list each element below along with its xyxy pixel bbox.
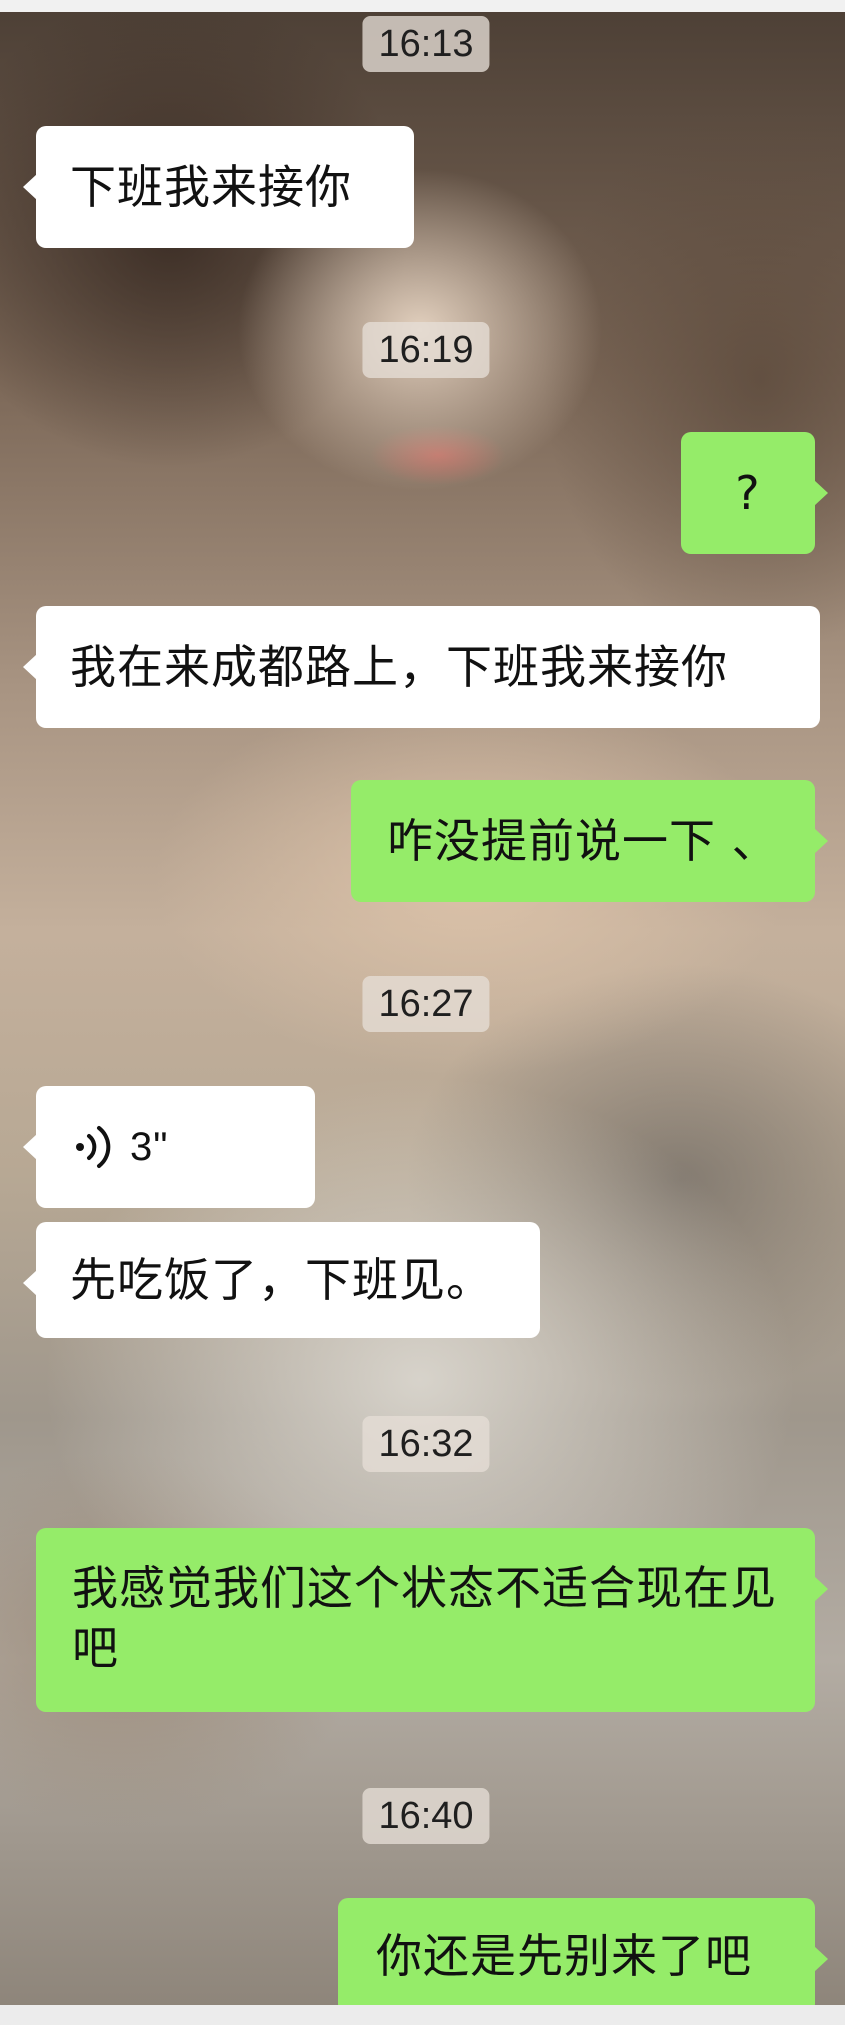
timestamp: 16:32 [362, 1416, 490, 1472]
message-text: 先吃饭了，下班见。 [70, 1253, 493, 1307]
voice-message: 3" [72, 1086, 279, 1208]
message-text: 下班我来接你 [70, 160, 352, 214]
bottom-strip [0, 2005, 845, 2025]
outgoing-message-bubble[interactable]: 我感觉我们这个状态不适合现在见吧 [36, 1528, 828, 1712]
status-strip [0, 0, 845, 12]
outgoing-message-bubble[interactable]: 你还是先别来了吧 [338, 1898, 828, 2014]
voice-wave-icon [72, 1122, 116, 1172]
timestamp: 16:27 [362, 976, 490, 1032]
timestamp: 16:19 [362, 322, 490, 378]
message-text: 我在来成都路上，下班我来接你 [70, 640, 728, 694]
voice-duration: 3" [130, 1125, 169, 1169]
outgoing-message-bubble[interactable]: 咋没提前说一下 、 [351, 780, 828, 902]
message-text: 咋没提前说一下 、 [387, 814, 779, 868]
incoming-message-bubble[interactable]: 先吃饭了，下班见。 [23, 1222, 540, 1338]
incoming-message-bubble[interactable]: 我在来成都路上，下班我来接你 [23, 606, 820, 728]
voice-message-bubble[interactable]: 3" [23, 1086, 315, 1208]
outgoing-message-bubble[interactable]: ? [681, 432, 828, 554]
chat-view: 16:13 下班我来接你 16:19 ? 我在来成都路上，下班我来接你 咋没提前… [0, 0, 845, 2025]
incoming-message-bubble[interactable]: 下班我来接你 [23, 126, 414, 248]
timestamp: 16:13 [362, 16, 490, 72]
message-text: 你还是先别来了吧 [376, 1929, 752, 1983]
timestamp: 16:40 [362, 1788, 490, 1844]
message-text: ? [735, 466, 761, 520]
message-text: 我感觉我们这个状态不适合现在见吧 [72, 1561, 777, 1675]
